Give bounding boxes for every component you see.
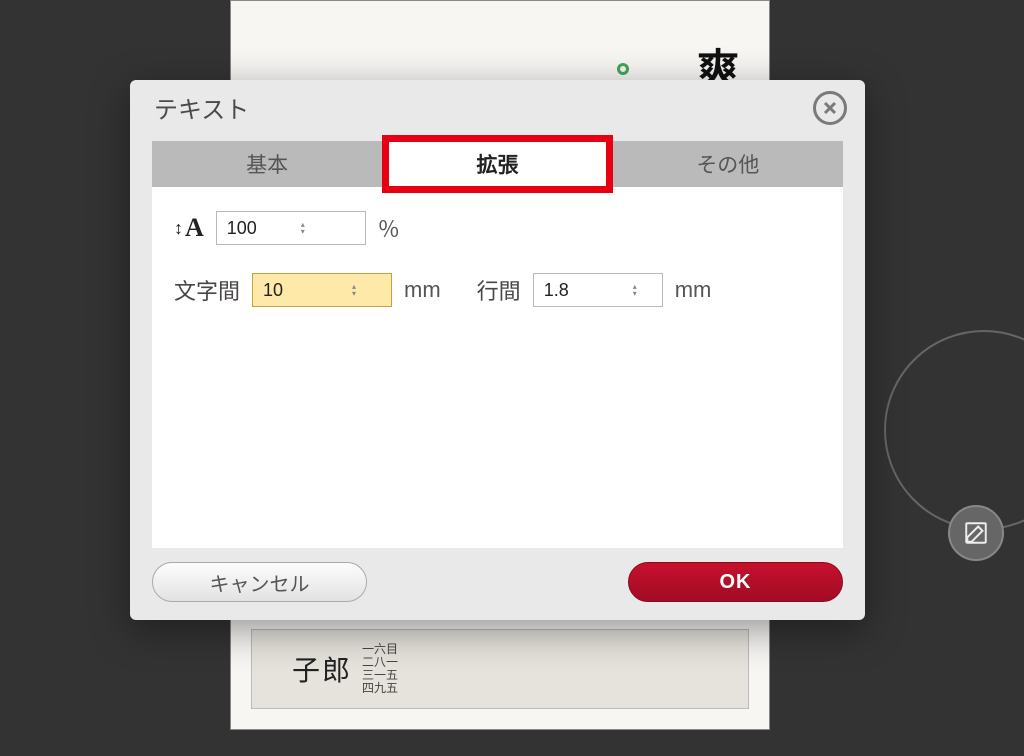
line-spacing-label: 行間	[477, 274, 521, 306]
char-spacing-spinner[interactable]: ▴ ▾	[352, 284, 356, 297]
close-button[interactable]	[813, 91, 847, 125]
ok-button[interactable]: OK	[628, 562, 843, 602]
tab-bar: 基本 拡張 その他	[152, 141, 843, 187]
scale-unit: ％	[378, 212, 400, 244]
bg-selection-handle[interactable]	[617, 63, 629, 75]
chevron-down-icon[interactable]: ▾	[633, 291, 637, 297]
cancel-button[interactable]: キャンセル	[152, 562, 367, 602]
line-spacing-unit: mm	[675, 277, 712, 303]
dialog-footer: キャンセル OK	[130, 548, 865, 620]
bg-name-text: 子郎	[292, 649, 352, 689]
bg-magnifier-circle	[884, 330, 1024, 530]
scale-input[interactable]: ▴ ▾	[216, 211, 366, 245]
dialog-title: テキスト	[154, 90, 249, 125]
scale-spinner[interactable]: ▴ ▾	[301, 222, 305, 235]
char-spacing-label: 文字間	[174, 274, 240, 306]
line-spacing-input[interactable]: ▴ ▾	[533, 273, 663, 307]
scale-row: ↕A ▴ ▾ ％	[174, 211, 821, 245]
chevron-down-icon[interactable]: ▾	[301, 229, 305, 235]
pencil-square-icon	[963, 520, 989, 546]
bg-address-block: 子郎 一六目 二八一 三一五 四九五	[251, 629, 749, 709]
tab-other[interactable]: その他	[613, 141, 843, 187]
line-spacing-spinner[interactable]: ▴ ▾	[633, 284, 637, 297]
tab-extended[interactable]: 拡張	[382, 141, 612, 187]
line-spacing-field[interactable]	[544, 280, 629, 301]
spacing-row: 文字間 ▴ ▾ mm 行間 ▴ ▾ mm	[174, 273, 821, 307]
close-icon	[822, 100, 838, 116]
char-spacing-field[interactable]	[263, 280, 348, 301]
dialog-header: テキスト	[130, 80, 865, 129]
char-spacing-unit: mm	[404, 277, 441, 303]
chevron-down-icon[interactable]: ▾	[352, 291, 356, 297]
edit-fab-button[interactable]	[948, 505, 1004, 561]
vertical-scale-icon: ↕A	[174, 213, 204, 243]
scale-input-field[interactable]	[227, 218, 297, 239]
extended-panel: ↕A ▴ ▾ ％ 文字間 ▴ ▾ mm 行間	[152, 187, 843, 548]
tab-basic[interactable]: 基本	[152, 141, 382, 187]
char-spacing-input[interactable]: ▴ ▾	[252, 273, 392, 307]
text-settings-dialog: テキスト 基本 拡張 その他 ↕A ▴ ▾ ％ 文	[130, 80, 865, 620]
bg-address-numbers: 一六目 二八一 三一五 四九五	[362, 643, 398, 696]
